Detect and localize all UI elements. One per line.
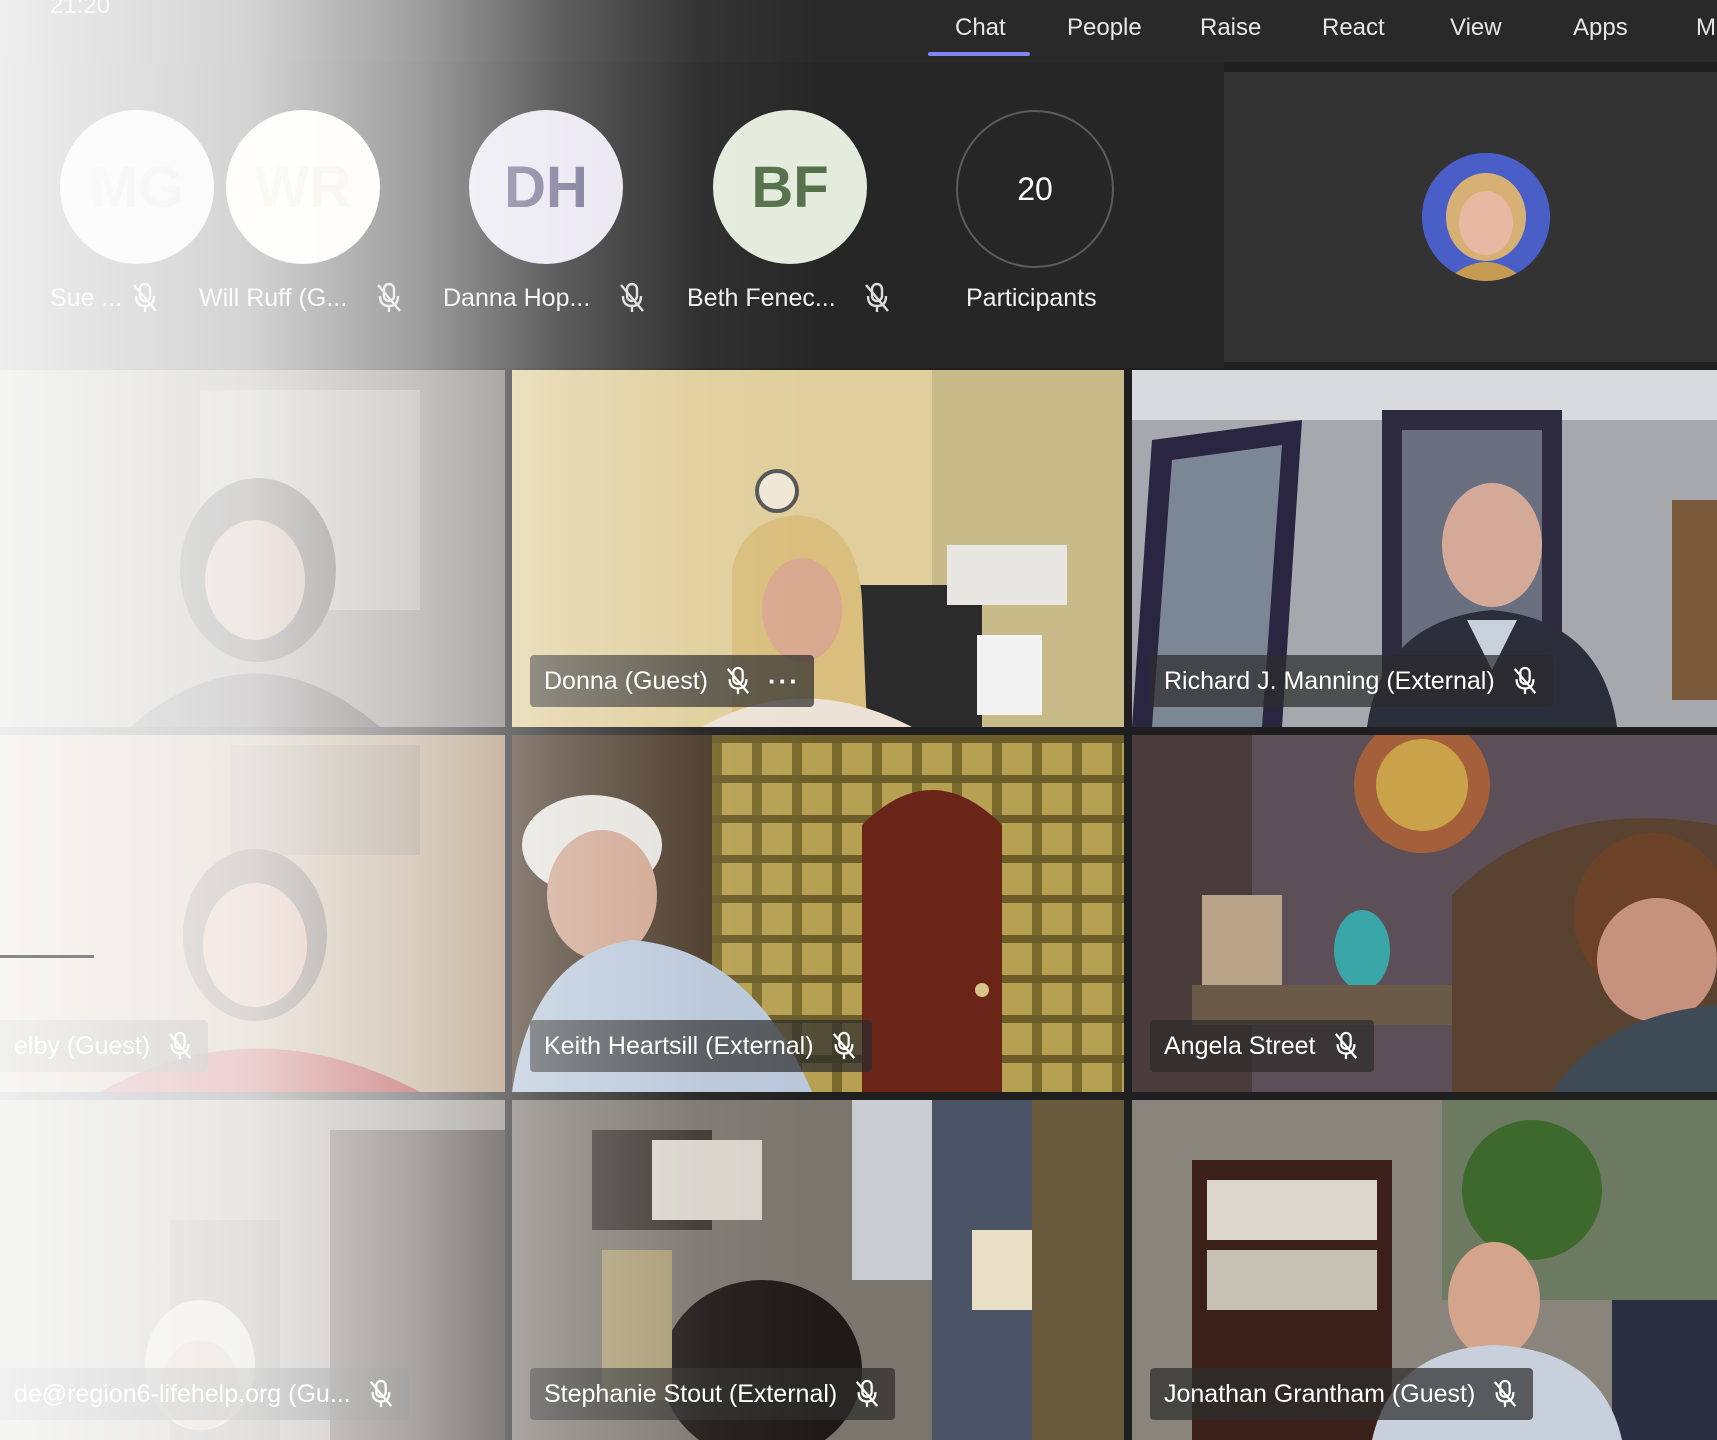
mic-muted-icon [832, 1031, 855, 1060]
mic-muted-icon [856, 1379, 879, 1408]
mic-muted-icon [377, 282, 401, 312]
participant-name: de@region6-lifehelp.org (Gu... [14, 1379, 351, 1408]
participant-label: Keith Heartsill (External) [530, 1020, 872, 1072]
participant-label: elby (Guest) [0, 1020, 209, 1072]
video-tile[interactable]: Keith Heartsill (External) [512, 735, 1124, 1092]
mic-muted-icon [1494, 1379, 1517, 1408]
participant-count-bubble[interactable]: 20 [956, 110, 1114, 268]
video-tile[interactable]: elby (Guest) [0, 735, 505, 1092]
participant-name: Danna Hop... [443, 284, 591, 312]
participant-name: elby (Guest) [14, 1031, 151, 1060]
participant-avatar[interactable]: DH [469, 110, 623, 264]
video-tile[interactable] [0, 370, 505, 727]
tab-react[interactable]: React [1322, 14, 1385, 42]
participant-name: Richard J. Manning (External) [1164, 666, 1495, 695]
mic-muted-icon [169, 1031, 192, 1060]
meeting-toolbar: 21:20 Chat People Raise React View Apps … [0, 0, 1717, 62]
participant-avatar[interactable]: MG [60, 110, 214, 264]
video-tile[interactable]: Donna (Guest) ··· [512, 370, 1124, 727]
participant-name: Stephanie Stout (External) [544, 1379, 838, 1408]
tab-more[interactable]: M [1696, 14, 1716, 42]
participant-label: Stephanie Stout (External) [530, 1368, 896, 1420]
video-tile[interactable]: Angela Street [1132, 735, 1717, 1092]
mic-muted-icon [865, 282, 889, 312]
participant-avatar[interactable]: BF [713, 110, 867, 264]
mic-muted-icon [133, 282, 157, 312]
participant-name: Jonathan Grantham (Guest) [1164, 1379, 1476, 1408]
participant-name: Angela Street [1164, 1031, 1316, 1060]
mic-muted-icon [620, 282, 644, 312]
divider [0, 955, 94, 958]
participant-label: Richard J. Manning (External) [1150, 655, 1553, 707]
featured-avatar [1422, 153, 1550, 281]
video-feed [0, 370, 505, 727]
participant-avatar[interactable]: WR [226, 110, 380, 264]
participant-name: Sue ... [50, 284, 123, 312]
participant-label: Jonathan Grantham (Guest) [1150, 1368, 1534, 1420]
participant-name: Beth Fenec... [687, 284, 836, 312]
participant-name: Keith Heartsill (External) [544, 1031, 814, 1060]
tab-view[interactable]: View [1450, 14, 1502, 42]
video-tile[interactable]: Jonathan Grantham (Guest) [1132, 1100, 1717, 1440]
tab-raise[interactable]: Raise [1200, 14, 1261, 42]
active-tab-indicator [928, 52, 1030, 56]
participant-label: de@region6-lifehelp.org (Gu... [0, 1368, 409, 1420]
mic-muted-icon [1334, 1031, 1357, 1060]
tab-chat[interactable]: Chat [955, 14, 1006, 42]
tab-apps[interactable]: Apps [1573, 14, 1628, 42]
mic-muted-icon [726, 666, 750, 695]
participants-label: Participants [966, 284, 1097, 312]
mic-muted-icon [1513, 666, 1536, 695]
participant-name: Will Ruff (G... [199, 284, 348, 312]
more-options-button[interactable]: ··· [768, 666, 800, 697]
meeting-timer: 21:20 [50, 0, 111, 19]
video-tile[interactable]: Stephanie Stout (External) [512, 1100, 1124, 1440]
tab-people[interactable]: People [1067, 14, 1142, 42]
participant-name: Donna (Guest) [544, 666, 708, 695]
video-tile[interactable]: de@region6-lifehelp.org (Gu... [0, 1100, 505, 1440]
mic-muted-icon [369, 1379, 392, 1408]
participant-label: Angela Street [1150, 1020, 1374, 1072]
video-tile[interactable]: Richard J. Manning (External) [1132, 370, 1717, 727]
participant-label: Donna (Guest) ··· [530, 655, 814, 707]
